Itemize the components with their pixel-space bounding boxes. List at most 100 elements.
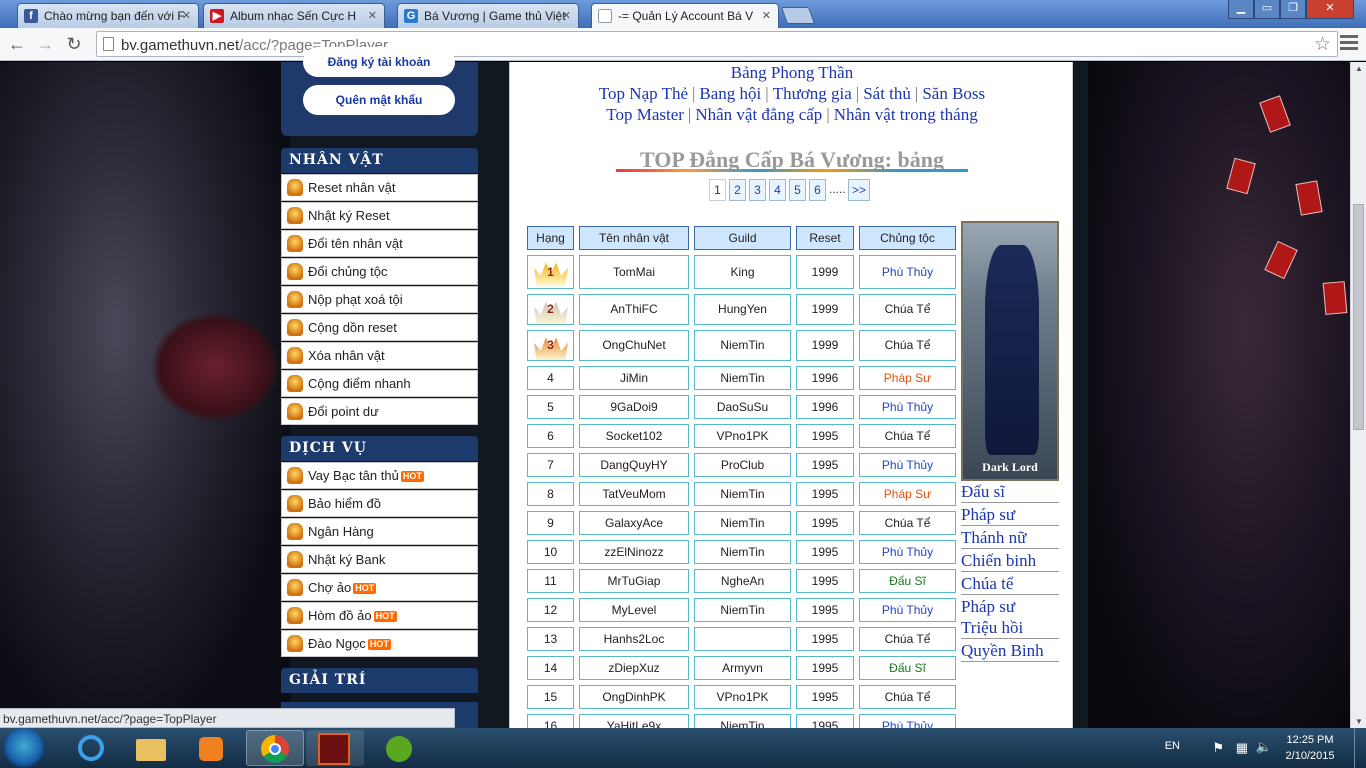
- sidebar-item[interactable]: Nộp phạt xoá tội: [281, 286, 478, 313]
- nav-link[interactable]: Thương gia: [773, 84, 852, 103]
- page-5-button[interactable]: 5: [789, 179, 806, 201]
- page-4-button[interactable]: 4: [769, 179, 786, 201]
- sidebar-item[interactable]: Đổi tên nhân vật: [281, 230, 478, 257]
- back-arrow-icon[interactable]: ←: [6, 33, 28, 55]
- bookmark-star-icon[interactable]: ☆: [1314, 33, 1331, 56]
- nav-link[interactable]: Top Master: [606, 105, 684, 124]
- close-window-button[interactable]: ✕: [1306, 0, 1354, 19]
- browser-tab[interactable]: -= Quản Lý Account Bá V ✕: [591, 3, 779, 29]
- table-cell-name[interactable]: OngChuNet: [579, 330, 689, 361]
- sidebar-item[interactable]: Đào Ngọc HOT: [281, 630, 478, 657]
- address-bar[interactable]: bv.gamethuvn.net/acc/?page=TopPlayer ☆: [96, 31, 1338, 57]
- table-cell-name[interactable]: OngDinhPK: [579, 685, 689, 709]
- table-cell-name[interactable]: AnThiFC: [579, 294, 689, 325]
- nav-link[interactable]: Bang hội: [699, 84, 761, 103]
- forgot-password-button[interactable]: Quên mật khẩu: [303, 85, 455, 115]
- sidebar-item[interactable]: Reset nhân vật: [281, 174, 478, 201]
- nav-link[interactable]: Săn Boss: [922, 84, 985, 103]
- network-icon[interactable]: ▦: [1236, 740, 1248, 756]
- sidebar-item[interactable]: Cộng điểm nhanh: [281, 370, 478, 397]
- table-cell-name[interactable]: zDiepXuz: [579, 656, 689, 680]
- table-cell-name[interactable]: MrTuGiap: [579, 569, 689, 593]
- sidebar-item[interactable]: Bảo hiểm đồ: [281, 490, 478, 517]
- column-header[interactable]: Guild: [694, 226, 791, 250]
- sidebar-item[interactable]: Hòm đồ ảo HOT: [281, 602, 478, 629]
- tab-close-icon[interactable]: ✕: [762, 9, 771, 22]
- browser-menu-icon[interactable]: [1340, 35, 1358, 51]
- class-link[interactable]: Đấu sĩ: [961, 481, 1059, 503]
- maximize-button[interactable]: ❐: [1280, 0, 1306, 19]
- browser-tab[interactable]: G Bá Vương | Game thủ Việt ✕: [397, 3, 579, 28]
- browser-tab[interactable]: ▶ Album nhạc Sến Cực H ✕: [203, 3, 385, 28]
- column-header[interactable]: Hạng: [527, 226, 574, 250]
- page-6-button[interactable]: 6: [809, 179, 826, 201]
- sidebar-item[interactable]: Nhật ký Bank: [281, 546, 478, 573]
- table-cell-name[interactable]: TomMai: [579, 255, 689, 289]
- class-link[interactable]: Pháp sư: [961, 504, 1059, 526]
- scroll-down-icon[interactable]: ▼: [1351, 717, 1366, 726]
- table-cell-name[interactable]: Socket102: [579, 424, 689, 448]
- tab-close-icon[interactable]: ✕: [562, 9, 571, 22]
- coccoc-icon[interactable]: [370, 730, 428, 766]
- table-cell-name[interactable]: DangQuyHY: [579, 453, 689, 477]
- game-launcher-icon[interactable]: [306, 730, 364, 766]
- register-button[interactable]: Đăng ký tài khoản: [303, 47, 455, 77]
- media-player-icon[interactable]: [182, 730, 240, 766]
- page-scrollbar[interactable]: ▲ ▼: [1350, 62, 1366, 728]
- class-link[interactable]: Thánh nữ: [961, 527, 1059, 549]
- clock-date[interactable]: 2/10/2015: [1280, 750, 1340, 762]
- tab-close-icon[interactable]: ✕: [368, 9, 377, 22]
- table-cell-name[interactable]: GalaxyAce: [579, 511, 689, 535]
- nav-link[interactable]: Nhân vật đẳng cấp: [695, 105, 822, 124]
- sidebar-item[interactable]: Nhật ký Reset: [281, 202, 478, 229]
- class-link[interactable]: Chiến binh: [961, 550, 1059, 572]
- nav-link[interactable]: Sát thủ: [863, 84, 911, 103]
- menu-bullet-icon: [287, 179, 303, 196]
- sidebar-item[interactable]: Cộng dồn reset: [281, 314, 478, 341]
- sidebar-item[interactable]: Đổi point dư: [281, 398, 478, 425]
- table-cell-name[interactable]: 9GaDoi9: [579, 395, 689, 419]
- new-tab-button[interactable]: [780, 7, 816, 24]
- nav-title-link[interactable]: Bảng Phong Thần: [510, 63, 1074, 83]
- sidebar-item[interactable]: Xóa nhân vật: [281, 342, 478, 369]
- sidebar-item[interactable]: Chợ ảo HOT: [281, 574, 478, 601]
- page-1-button[interactable]: 1: [709, 179, 726, 201]
- sidebar-item[interactable]: Vay Bạc tân thủ HOT: [281, 462, 478, 489]
- scroll-thumb[interactable]: [1353, 204, 1364, 430]
- forward-arrow-icon[interactable]: →: [34, 33, 56, 55]
- table-cell-name[interactable]: zzElNinozz: [579, 540, 689, 564]
- show-desktop-button[interactable]: [1354, 728, 1366, 768]
- sidebar-item[interactable]: Ngân Hàng: [281, 518, 478, 545]
- table-cell-name[interactable]: TatVeuMom: [579, 482, 689, 506]
- tab-close-icon[interactable]: ✕: [182, 9, 191, 22]
- language-indicator[interactable]: EN: [1165, 740, 1180, 752]
- minimize-button[interactable]: ▁: [1228, 0, 1254, 19]
- class-link[interactable]: Pháp sư: [961, 596, 1059, 617]
- column-header[interactable]: Chủng tộc: [859, 226, 956, 250]
- table-cell-name[interactable]: Hanhs2Loc: [579, 627, 689, 651]
- class-link[interactable]: Chúa tể: [961, 573, 1059, 595]
- class-link[interactable]: Triệu hồi: [961, 617, 1059, 639]
- start-button-icon[interactable]: [4, 728, 44, 768]
- chrome-icon[interactable]: [246, 730, 304, 766]
- table-cell-name[interactable]: JiMin: [579, 366, 689, 390]
- flag-icon[interactable]: ⚑: [1212, 740, 1224, 756]
- page-3-button[interactable]: 3: [749, 179, 766, 201]
- clock-time[interactable]: 12:25 PM: [1280, 734, 1340, 746]
- ie-icon[interactable]: [62, 730, 120, 766]
- column-header[interactable]: Tên nhân vật: [579, 226, 689, 250]
- nav-link[interactable]: Top Nạp Thẻ: [599, 84, 688, 103]
- browser-tab[interactable]: f Chào mừng bạn đến với F ✕: [17, 3, 199, 28]
- scroll-up-icon[interactable]: ▲: [1351, 64, 1366, 73]
- class-link[interactable]: Quyền Binh: [961, 640, 1059, 662]
- restore-button[interactable]: ▭: [1254, 0, 1280, 19]
- page-2-button[interactable]: 2: [729, 179, 746, 201]
- nav-link[interactable]: Nhân vật trong tháng: [834, 105, 978, 124]
- sidebar-item[interactable]: Đổi chủng tộc: [281, 258, 478, 285]
- explorer-folder-icon[interactable]: [122, 730, 180, 766]
- table-cell-name[interactable]: MyLevel: [579, 598, 689, 622]
- volume-icon[interactable]: 🔈: [1256, 739, 1272, 755]
- reload-icon[interactable]: ↻: [63, 33, 85, 55]
- column-header[interactable]: Reset: [796, 226, 854, 250]
- next-page-button[interactable]: >>: [848, 179, 870, 201]
